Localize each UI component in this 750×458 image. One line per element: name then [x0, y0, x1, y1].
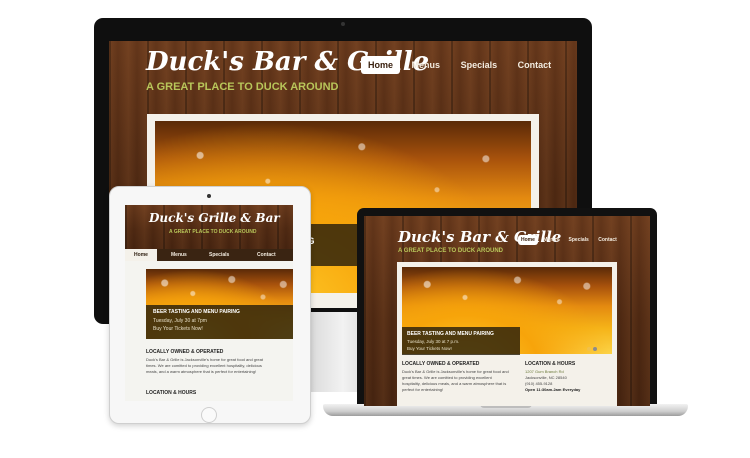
- tablet-home-button[interactable]: [201, 407, 217, 423]
- tablet-hero-caption: BEER TASTING AND MENU PAIRING Tuesday, J…: [146, 305, 293, 339]
- slider-dot-2[interactable]: [593, 347, 597, 351]
- tablet-nav-home[interactable]: Home: [125, 249, 157, 261]
- laptop-feature-cta[interactable]: Buy Your Tickets Now!: [407, 346, 452, 351]
- tablet-nav-contact[interactable]: Contact: [257, 249, 276, 261]
- laptop-hero-caption: BEER TASTING AND MENU PAIRING Tuesday, J…: [402, 327, 520, 355]
- nav-specials[interactable]: Specials: [452, 56, 507, 74]
- laptop-screen: Duck's Bar & Grille A GREAT PLACE TO DUC…: [364, 216, 650, 406]
- tablet-screen: Duck's Grille & Bar A GREAT PLACE TO DUC…: [125, 205, 293, 401]
- laptop-about-text: Duck's Bar & Grille is Jacksonville's ho…: [402, 369, 509, 392]
- laptop-city: Jacksonville, NC 28540: [525, 375, 567, 380]
- tablet-site-tagline: A GREAT PLACE TO DUCK AROUND: [169, 229, 257, 235]
- laptop-content-area: BEER TASTING AND MENU PAIRING Tuesday, J…: [397, 262, 617, 406]
- camera-icon: [341, 22, 345, 26]
- laptop-nav-home[interactable]: Home: [518, 235, 538, 245]
- laptop-nav: Home Menus Specials Contact: [518, 235, 621, 245]
- laptop-phone[interactable]: (910) 455-9128: [525, 381, 552, 386]
- tablet-about-heading: LOCALLY OWNED & OPERATED: [146, 349, 224, 355]
- tablet-location-heading: LOCATION & HOURS: [146, 390, 197, 396]
- tablet-feature-date: Tuesday, July 30 at 7pm: [153, 318, 207, 324]
- slider-dot-1[interactable]: [587, 347, 591, 351]
- laptop-site-tagline: A GREAT PLACE TO DUCK AROUND: [398, 248, 503, 254]
- laptop-nav-menus[interactable]: Menus: [539, 235, 563, 245]
- tablet-about-text: Duck's Bar & Grille is Jacksonville's ho…: [146, 357, 263, 374]
- tablet-nav-specials[interactable]: Specials: [209, 249, 229, 261]
- tablet-feature-heading: BEER TASTING AND MENU PAIRING: [153, 309, 240, 315]
- tablet-nav-menus[interactable]: Menus: [171, 249, 187, 261]
- nav-contact[interactable]: Contact: [509, 56, 561, 74]
- tablet-camera-icon: [207, 194, 211, 198]
- tablet-header: Duck's Grille & Bar A GREAT PLACE TO DUC…: [125, 205, 293, 249]
- laptop-address[interactable]: 1207 Gum Branch Rd: [525, 369, 564, 374]
- tablet-feature-cta[interactable]: Buy Your Tickets Now!: [153, 326, 203, 332]
- tablet-site-logo[interactable]: Duck's Grille & Bar: [149, 211, 280, 225]
- laptop-feature-heading: BEER TASTING AND MENU PAIRING: [407, 331, 494, 337]
- laptop-nav-contact[interactable]: Contact: [594, 235, 621, 245]
- site-tagline: A GREAT PLACE TO DUCK AROUND: [146, 81, 339, 93]
- laptop-location-heading: LOCATION & HOURS: [525, 361, 576, 367]
- laptop-hours: Open 11:30am-2am Everyday: [525, 387, 581, 392]
- main-nav: Home Menus Specials Contact: [361, 56, 560, 74]
- laptop-nav-specials[interactable]: Specials: [565, 235, 593, 245]
- nav-menus[interactable]: Menus: [403, 56, 450, 74]
- tablet-nav: Home Menus Specials Contact: [125, 249, 293, 261]
- laptop-feature-date: Tuesday, July 30 at 7 p.m.: [407, 339, 460, 344]
- laptop-about-heading: LOCALLY OWNED & OPERATED: [402, 361, 480, 367]
- nav-home[interactable]: Home: [361, 56, 401, 74]
